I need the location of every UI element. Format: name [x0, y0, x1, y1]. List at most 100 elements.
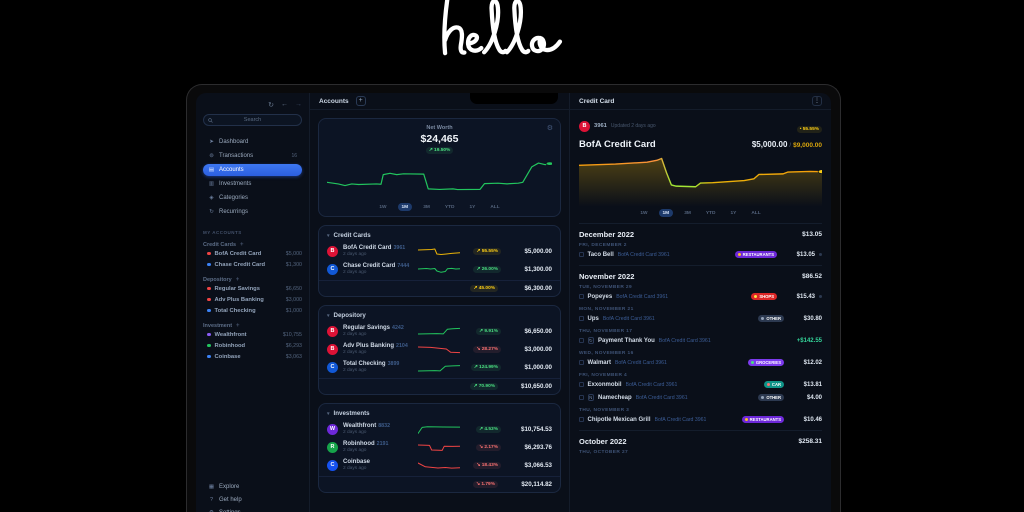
account-row-robinhood[interactable]: R Robinhood 2191 2 days ago ↘ 2.17% $6,29… [319, 438, 560, 456]
card-balance: $5,000.00 [751, 140, 788, 149]
month-title: October 2022 [579, 437, 627, 446]
range-all[interactable]: ALL [747, 209, 764, 217]
add-icon[interactable]: + [240, 242, 244, 248]
card-limit: $9,000.00 [793, 142, 822, 149]
account-row-total-checking[interactable]: C Total Checking 3899 2 days ago ↗ 124.99… [319, 358, 560, 376]
category-badge[interactable]: RESTAURANTS [734, 251, 777, 258]
checkbox[interactable] [579, 252, 584, 257]
range-1y[interactable]: 1Y [465, 203, 479, 211]
sidebar-account-chase-credit-card[interactable]: Chase Credit Card $1,300 [203, 259, 302, 270]
category-badge[interactable]: SHOPS [751, 293, 777, 300]
category-badge[interactable]: RESTAURANTS [741, 416, 784, 423]
transaction-row[interactable]: Walmart BofA Credit Card 3961 GROCERIES … [579, 356, 822, 369]
transaction-row[interactable]: ↻ Payment Thank You BofA Credit Card 396… [579, 334, 822, 347]
sidebar-item-categories[interactable]: ◈ Categories [203, 192, 302, 204]
change-badge: ↗ 9.91% [476, 327, 501, 335]
section-depository: ▾ Depository B Regular Savings 4242 2 day… [318, 305, 561, 395]
transaction-row[interactable]: Exxonmobil BofA Credit Card 3961 CAR $13… [579, 378, 822, 391]
account-row-bofa-credit-card[interactable]: B BofA Credit Card 3961 2 days ago ↗ 55.5… [319, 242, 560, 260]
section-total-amount: $6,300.00 [524, 285, 552, 292]
add-account-button[interactable]: + [355, 96, 366, 106]
credit-card-scroll-area[interactable]: B 3961 Updated 2 days ago • 55.55% BofA … [570, 110, 831, 512]
transactions-list: December 2022 $13.05 FRI, DECEMBER 2 Tac… [579, 223, 822, 459]
card-number: 3961 [594, 123, 607, 129]
sidebar-item-investments[interactable]: ▥ Investments [203, 178, 302, 190]
sidebar-item-transactions[interactable]: ⊚ Transactions 16 [203, 150, 302, 162]
account-row-wealthfront[interactable]: W Wealthfront 8832 2 days ago ↗ 4.53% $10… [319, 420, 560, 438]
transaction-row[interactable]: N Namecheap BofA Credit Card 3961 OTHER … [579, 391, 822, 404]
range-1m[interactable]: 1M [397, 203, 413, 211]
category-badge[interactable]: GROCERIES [747, 359, 784, 366]
add-icon[interactable]: + [236, 323, 240, 329]
checkbox[interactable] [579, 382, 584, 387]
sidebar-account-robinhood[interactable]: Robinhood $6,293 [203, 340, 302, 351]
merchant-name: Taco Bell [587, 251, 614, 258]
account-color-dot [207, 308, 211, 313]
checkbox[interactable] [579, 360, 584, 365]
account-color-dot [207, 297, 211, 302]
kebab-menu-icon[interactable]: ⋮ [812, 96, 822, 106]
range-all[interactable]: ALL [486, 203, 503, 211]
account-row-adv-plus-banking[interactable]: B Adv Plus Banking 2104 2 days ago ↘ 28.2… [319, 340, 560, 358]
checkbox[interactable] [579, 395, 584, 400]
refresh-icon[interactable]: ↻ [268, 101, 274, 109]
range-1m[interactable]: 1M [658, 209, 674, 217]
sidebar-account-adv-plus-banking[interactable]: Adv Plus Banking $3,000 [203, 294, 302, 305]
help-icon: ? [209, 496, 214, 503]
section-header[interactable]: ▾ Credit Cards [319, 230, 560, 242]
account-row-regular-savings[interactable]: B Regular Savings 4242 2 days ago ↗ 9.91%… [319, 322, 560, 340]
sidebar-account-wealthfront[interactable]: Wealthfront $10,755 [203, 329, 302, 340]
search-input[interactable]: Search [203, 114, 302, 126]
arrow-left-icon[interactable]: ← [281, 101, 288, 108]
change-badge: ↘ 18.43% [473, 461, 501, 469]
tab-accounts[interactable]: Accounts [319, 98, 349, 105]
transaction-row[interactable]: Chipotle Mexican Grill BofA Credit Card … [579, 413, 822, 426]
category-badge[interactable]: CAR [763, 381, 784, 388]
checkbox[interactable] [579, 294, 584, 299]
sidebar-account-coinbase[interactable]: Coinbase $3,063 [203, 351, 302, 362]
transaction-amount: $4.00 [806, 394, 822, 401]
range-ytd[interactable]: YTD [702, 209, 720, 217]
transaction-amount: $10.46 [803, 416, 822, 423]
sidebar-item-recurrings[interactable]: ↻ Recurrings [203, 206, 302, 218]
sidebar-account-bofa-credit-card[interactable]: BofA Credit Card $5,000 [203, 248, 302, 259]
sidebar-item-get-help[interactable]: ? Get help [203, 494, 302, 505]
account-row-chase-credit-card[interactable]: C Chase Credit Card 7444 2 days ago ↗ 26.… [319, 260, 560, 278]
sidebar-account-regular-savings[interactable]: Regular Savings $6,650 [203, 283, 302, 294]
range-ytd[interactable]: YTD [441, 203, 459, 211]
account-row-coinbase[interactable]: C Coinbase 2 days ago ↘ 18.43% $3,066.53 [319, 456, 560, 474]
range-1w[interactable]: 1W [375, 203, 390, 211]
net-worth-chart [327, 157, 552, 201]
transaction-row[interactable]: Taco Bell BofA Credit Card 3961 RESTAURA… [579, 248, 822, 261]
section-header[interactable]: ▾ Investments [319, 408, 560, 420]
checkbox[interactable] [579, 417, 584, 422]
merchant-name: Chipotle Mexican Grill [587, 416, 651, 423]
sidebar-item-explore[interactable]: ▦ Explore [203, 481, 302, 492]
transaction-row[interactable]: Popeyes BofA Credit Card 3961 SHOPS $15.… [579, 290, 822, 303]
gear-icon[interactable]: ⚙ [547, 124, 553, 132]
category-badge[interactable]: OTHER [758, 315, 784, 322]
transaction-amount: $13.81 [803, 381, 822, 388]
sidebar-item-accounts[interactable]: ▤ Accounts [203, 164, 302, 176]
month-total: $13.05 [802, 231, 822, 238]
sidebar-item-settings[interactable]: ⚙ Settings [203, 507, 302, 512]
range-1w[interactable]: 1W [636, 209, 651, 217]
net-worth-range-selector: 1W 1M 3M YTD 1Y ALL [327, 203, 552, 211]
sidebar-item-label: Recurrings [219, 209, 249, 215]
range-3m[interactable]: 3M [680, 209, 695, 217]
checkbox[interactable] [579, 316, 584, 321]
sidebar-account-total-checking[interactable]: Total Checking $1,000 [203, 305, 302, 316]
checkbox[interactable] [579, 338, 584, 343]
range-3m[interactable]: 3M [419, 203, 434, 211]
transaction-row[interactable]: Ups BofA Credit Card 3961 OTHER $30.80 [579, 312, 822, 325]
merchant-name: Namecheap [598, 394, 632, 401]
section-header[interactable]: ▾ Depository [319, 310, 560, 322]
category-badge[interactable]: OTHER [758, 394, 784, 401]
arrow-right-icon[interactable]: → [295, 101, 302, 108]
accounts-scroll-area[interactable]: ⚙ Net Worth $24,465 ↗ 19.50% 1W 1M 3M YTD 1Y… [310, 110, 569, 512]
sparkline [418, 442, 460, 453]
sidebar-item-label: Investments [219, 181, 252, 187]
sidebar-item-dashboard[interactable]: ➤ Dashboard [203, 136, 302, 148]
range-1y[interactable]: 1Y [726, 209, 740, 217]
add-icon[interactable]: + [236, 277, 240, 283]
